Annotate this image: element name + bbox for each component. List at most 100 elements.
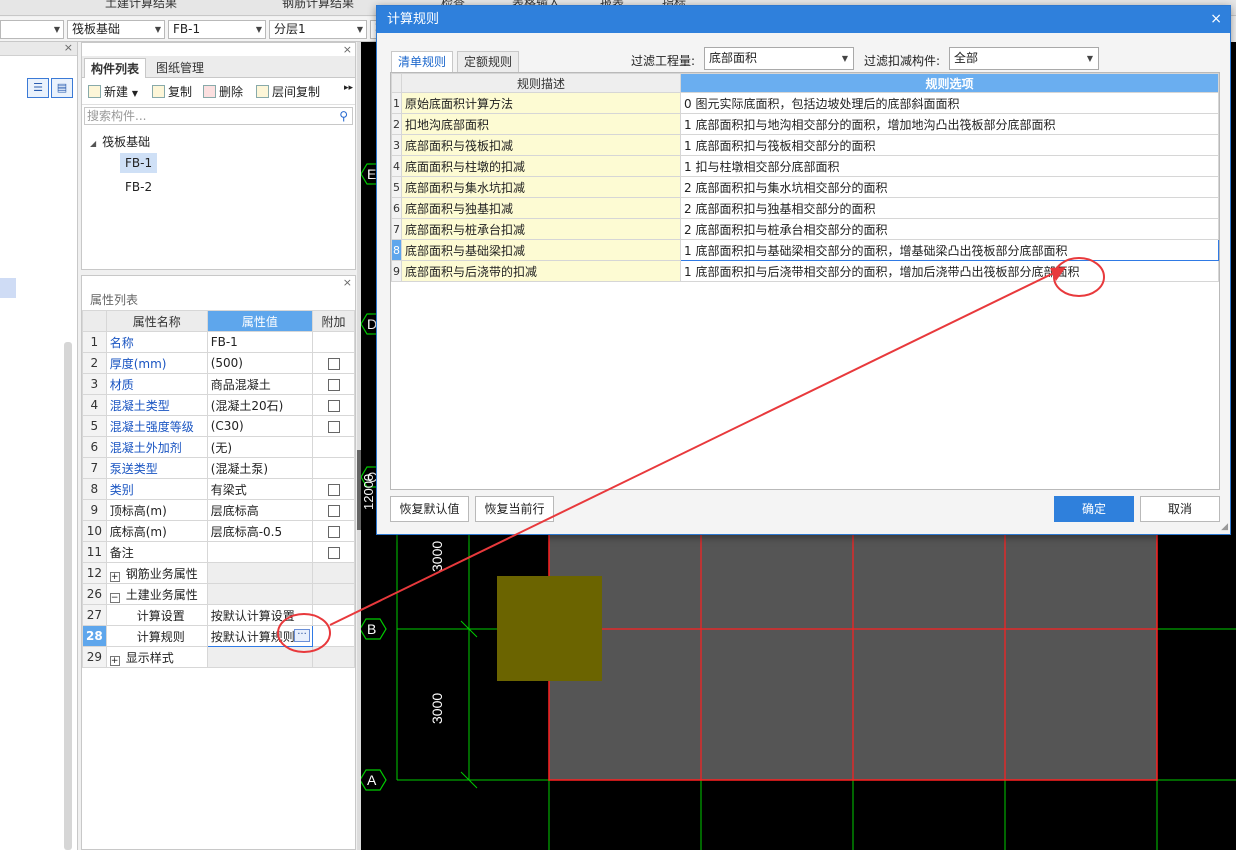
expand-icon[interactable]: + — [109, 571, 120, 582]
table-row[interactable]: 4 混凝土类型 (混凝土20石) — [82, 394, 355, 416]
table-row[interactable]: 27 计算设置 按默认计算设置 — [82, 604, 355, 626]
component-type-combo[interactable]: 筏板基础 ▼ — [67, 20, 165, 39]
scrollbar[interactable] — [64, 342, 72, 850]
property-value[interactable]: 商品混凝土 — [206, 373, 314, 395]
property-value[interactable]: 层底标高-0.5 — [206, 520, 314, 542]
rule-option[interactable]: 2 底部面积扣与独基相交部分的面积 — [680, 197, 1219, 219]
filter-quantity-select[interactable]: 底部面积 ▼ — [704, 47, 854, 70]
table-row[interactable]: 1 名称 FB-1 — [82, 331, 355, 353]
property-value[interactable]: 层底标高 — [206, 499, 314, 521]
rule-option[interactable]: 0 图元实际底面积，包括边坡处理后的底部斜面面积 — [680, 92, 1219, 114]
cancel-button[interactable]: 取消 — [1140, 496, 1220, 522]
tab-quota-rules[interactable]: 定额规则 — [457, 51, 520, 73]
table-row[interactable]: 6 混凝土外加剂 (无) — [82, 436, 355, 458]
layer-combo[interactable]: 分层1 ▼ — [269, 20, 367, 39]
table-row-selected[interactable]: 28 计算规则 按默认计算规则 ··· — [82, 625, 355, 647]
dialog-title-bar[interactable]: 计算规则 × — [377, 6, 1230, 33]
group-row-display[interactable]: 29 + 显示样式 — [82, 646, 355, 668]
table-row-selected[interactable]: 8 底部面积与基础梁扣减 1 底部面积扣与基础梁相交部分的面积，增基础梁凸出筏板部分… — [391, 239, 1219, 261]
table-row[interactable]: 8 类别 有梁式 — [82, 478, 355, 500]
grid-view-icon[interactable]: ▤ — [51, 78, 73, 98]
new-button[interactable]: 新建 ▼ — [88, 83, 138, 100]
tab-component-list[interactable]: 构件列表 — [84, 58, 147, 78]
group-row-rebar[interactable]: 12 + 钢筋业务属性 — [82, 562, 355, 584]
ok-button[interactable]: 确定 — [1054, 496, 1134, 522]
property-value[interactable]: (混凝土泵) — [206, 457, 314, 479]
close-icon[interactable]: × — [343, 43, 352, 56]
calc-rule-value-cell[interactable]: 按默认计算规则 ··· — [206, 625, 314, 647]
table-row[interactable]: 7 泵送类型 (混凝土泵) — [82, 457, 355, 479]
rule-option[interactable]: 2 底部面积扣与集水坑相交部分的面积 — [680, 176, 1219, 198]
tab-drawing-management[interactable]: 图纸管理 — [150, 58, 210, 78]
tree-item-fb2[interactable]: FB-2 — [120, 177, 157, 197]
rule-option[interactable]: 1 底部面积扣与筏板相交部分的面积 — [680, 134, 1219, 156]
property-value[interactable]: (C30) — [206, 415, 314, 437]
property-value[interactable]: (无) — [206, 436, 314, 458]
delete-button[interactable]: 删除 — [203, 83, 243, 100]
table-row[interactable]: 10 底标高(m) 层底标高-0.5 — [82, 520, 355, 542]
table-row[interactable]: 6 底部面积与独基扣减 2 底部面积扣与独基相交部分的面积 — [391, 197, 1219, 219]
property-value[interactable]: 按默认计算设置 — [206, 604, 314, 626]
tree-item-fb1[interactable]: FB-1 — [120, 153, 158, 173]
extra-checkbox[interactable] — [327, 357, 340, 370]
rule-option[interactable]: 1 底部面积扣与地沟相交部分的面积，增加地沟凸出筏板部分底部面积 — [680, 113, 1219, 135]
table-row[interactable]: 9 顶标高(m) 层底标高 — [82, 499, 355, 521]
tab-bill-rules[interactable]: 清单规则 — [391, 51, 454, 73]
close-icon[interactable]: × — [343, 276, 352, 289]
group-row-civil[interactable]: 26− 土建业务属性 — [82, 583, 355, 605]
more-icon[interactable]: ▸▸ — [344, 83, 353, 93]
extra-checkbox[interactable] — [327, 399, 340, 412]
close-icon[interactable]: × — [64, 41, 73, 54]
extra-checkbox[interactable] — [327, 483, 340, 496]
row-number: 2 — [391, 113, 402, 135]
floor-copy-button[interactable]: 层间复制 — [256, 83, 320, 100]
rebar-result-tab[interactable]: 钢筋计算结果 — [282, 0, 354, 11]
extra-checkbox[interactable] — [327, 420, 340, 433]
component-search-input[interactable]: 搜索构件... ⚲ — [84, 107, 353, 125]
rule-option[interactable]: 2 底部面积扣与桩承台相交部分的面积 — [680, 218, 1219, 240]
collapse-icon[interactable]: − — [109, 592, 120, 603]
copy-button[interactable]: 复制 — [152, 83, 192, 100]
table-row[interactable]: 7 底部面积与桩承台扣减 2 底部面积扣与桩承台相交部分的面积 — [391, 218, 1219, 240]
table-row[interactable]: 5 混凝土强度等级 (C30) — [82, 415, 355, 437]
rule-option[interactable]: 1 底部面积扣与基础梁相交部分的面积，增基础梁凸出筏板部分底部面积 — [680, 239, 1219, 261]
extra-checkbox[interactable] — [327, 504, 340, 517]
selector-bar: ▼ 筏板基础▼ FB-1▼ 分层1▼ 不 — [0, 17, 390, 42]
rule-option[interactable]: 1 底部面积扣与后浇带相交部分的面积，增加后浇带凸出筏板部分底部面积 — [680, 260, 1219, 282]
resize-grip-icon[interactable]: ◢ — [1221, 522, 1228, 532]
category-combo[interactable]: ▼ — [0, 20, 64, 39]
table-row[interactable]: 5 底部面积与集水坑扣减 2 底部面积扣与集水坑相交部分的面积 — [391, 176, 1219, 198]
component-combo[interactable]: FB-1 ▼ — [168, 20, 266, 39]
close-icon[interactable]: × — [1210, 6, 1222, 33]
tree-root-raft-foundation[interactable]: ◢ 筏板基础 — [90, 133, 150, 150]
list-view-icon[interactable]: ☰ — [27, 78, 49, 98]
table-row[interactable]: 2 扣地沟底部面积 1 底部面积扣与地沟相交部分的面积，增加地沟凸出筏板部分底部面积 — [391, 113, 1219, 135]
search-icon[interactable]: ⚲ — [339, 108, 348, 124]
restore-default-button[interactable]: 恢复默认值 — [390, 496, 469, 522]
table-row[interactable]: 4 底面面积与柱墩的扣减 1 扣与柱墩相交部分底部面积 — [391, 155, 1219, 177]
extra-checkbox[interactable] — [327, 378, 340, 391]
property-value[interactable]: (500) — [206, 352, 314, 374]
table-row[interactable]: 1 原始底面积计算方法 0 图元实际底面积，包括边坡处理后的底部斜面面积 — [391, 92, 1219, 114]
table-row[interactable]: 2 厚度(mm) (500) — [82, 352, 355, 374]
expand-icon[interactable]: + — [109, 655, 120, 666]
ellipsis-icon[interactable]: ··· — [294, 629, 310, 642]
restore-row-button[interactable]: 恢复当前行 — [475, 496, 554, 522]
property-value[interactable]: FB-1 — [206, 331, 314, 353]
collapse-triangle-icon[interactable]: ◢ — [90, 139, 96, 148]
table-row[interactable]: 3 材质 商品混凝土 — [82, 373, 355, 395]
column-pad[interactable] — [497, 576, 602, 681]
rule-option[interactable]: 1 扣与柱墩相交部分底部面积 — [680, 155, 1219, 177]
extra-checkbox[interactable] — [327, 546, 340, 559]
civil-result-tab[interactable]: 土建计算结果 — [105, 0, 177, 11]
extra-checkbox[interactable] — [327, 525, 340, 538]
table-row[interactable]: 9 底部面积与后浇带的扣减 1 底部面积扣与后浇带相交部分的面积，增加后浇带凸出筏板… — [391, 260, 1219, 282]
table-row[interactable]: 3 底部面积与筏板扣减 1 底部面积扣与筏板相交部分的面积 — [391, 134, 1219, 156]
filter-quantity-label: 过滤工程量: — [631, 54, 696, 68]
property-value[interactable]: (混凝土20石) — [206, 394, 314, 416]
property-value[interactable] — [206, 541, 314, 563]
filter-deduct-select[interactable]: 全部 ▼ — [949, 47, 1099, 70]
table-row[interactable]: 11 备注 — [82, 541, 355, 563]
property-value[interactable]: 有梁式 — [206, 478, 314, 500]
selected-nav-item[interactable] — [0, 278, 16, 298]
